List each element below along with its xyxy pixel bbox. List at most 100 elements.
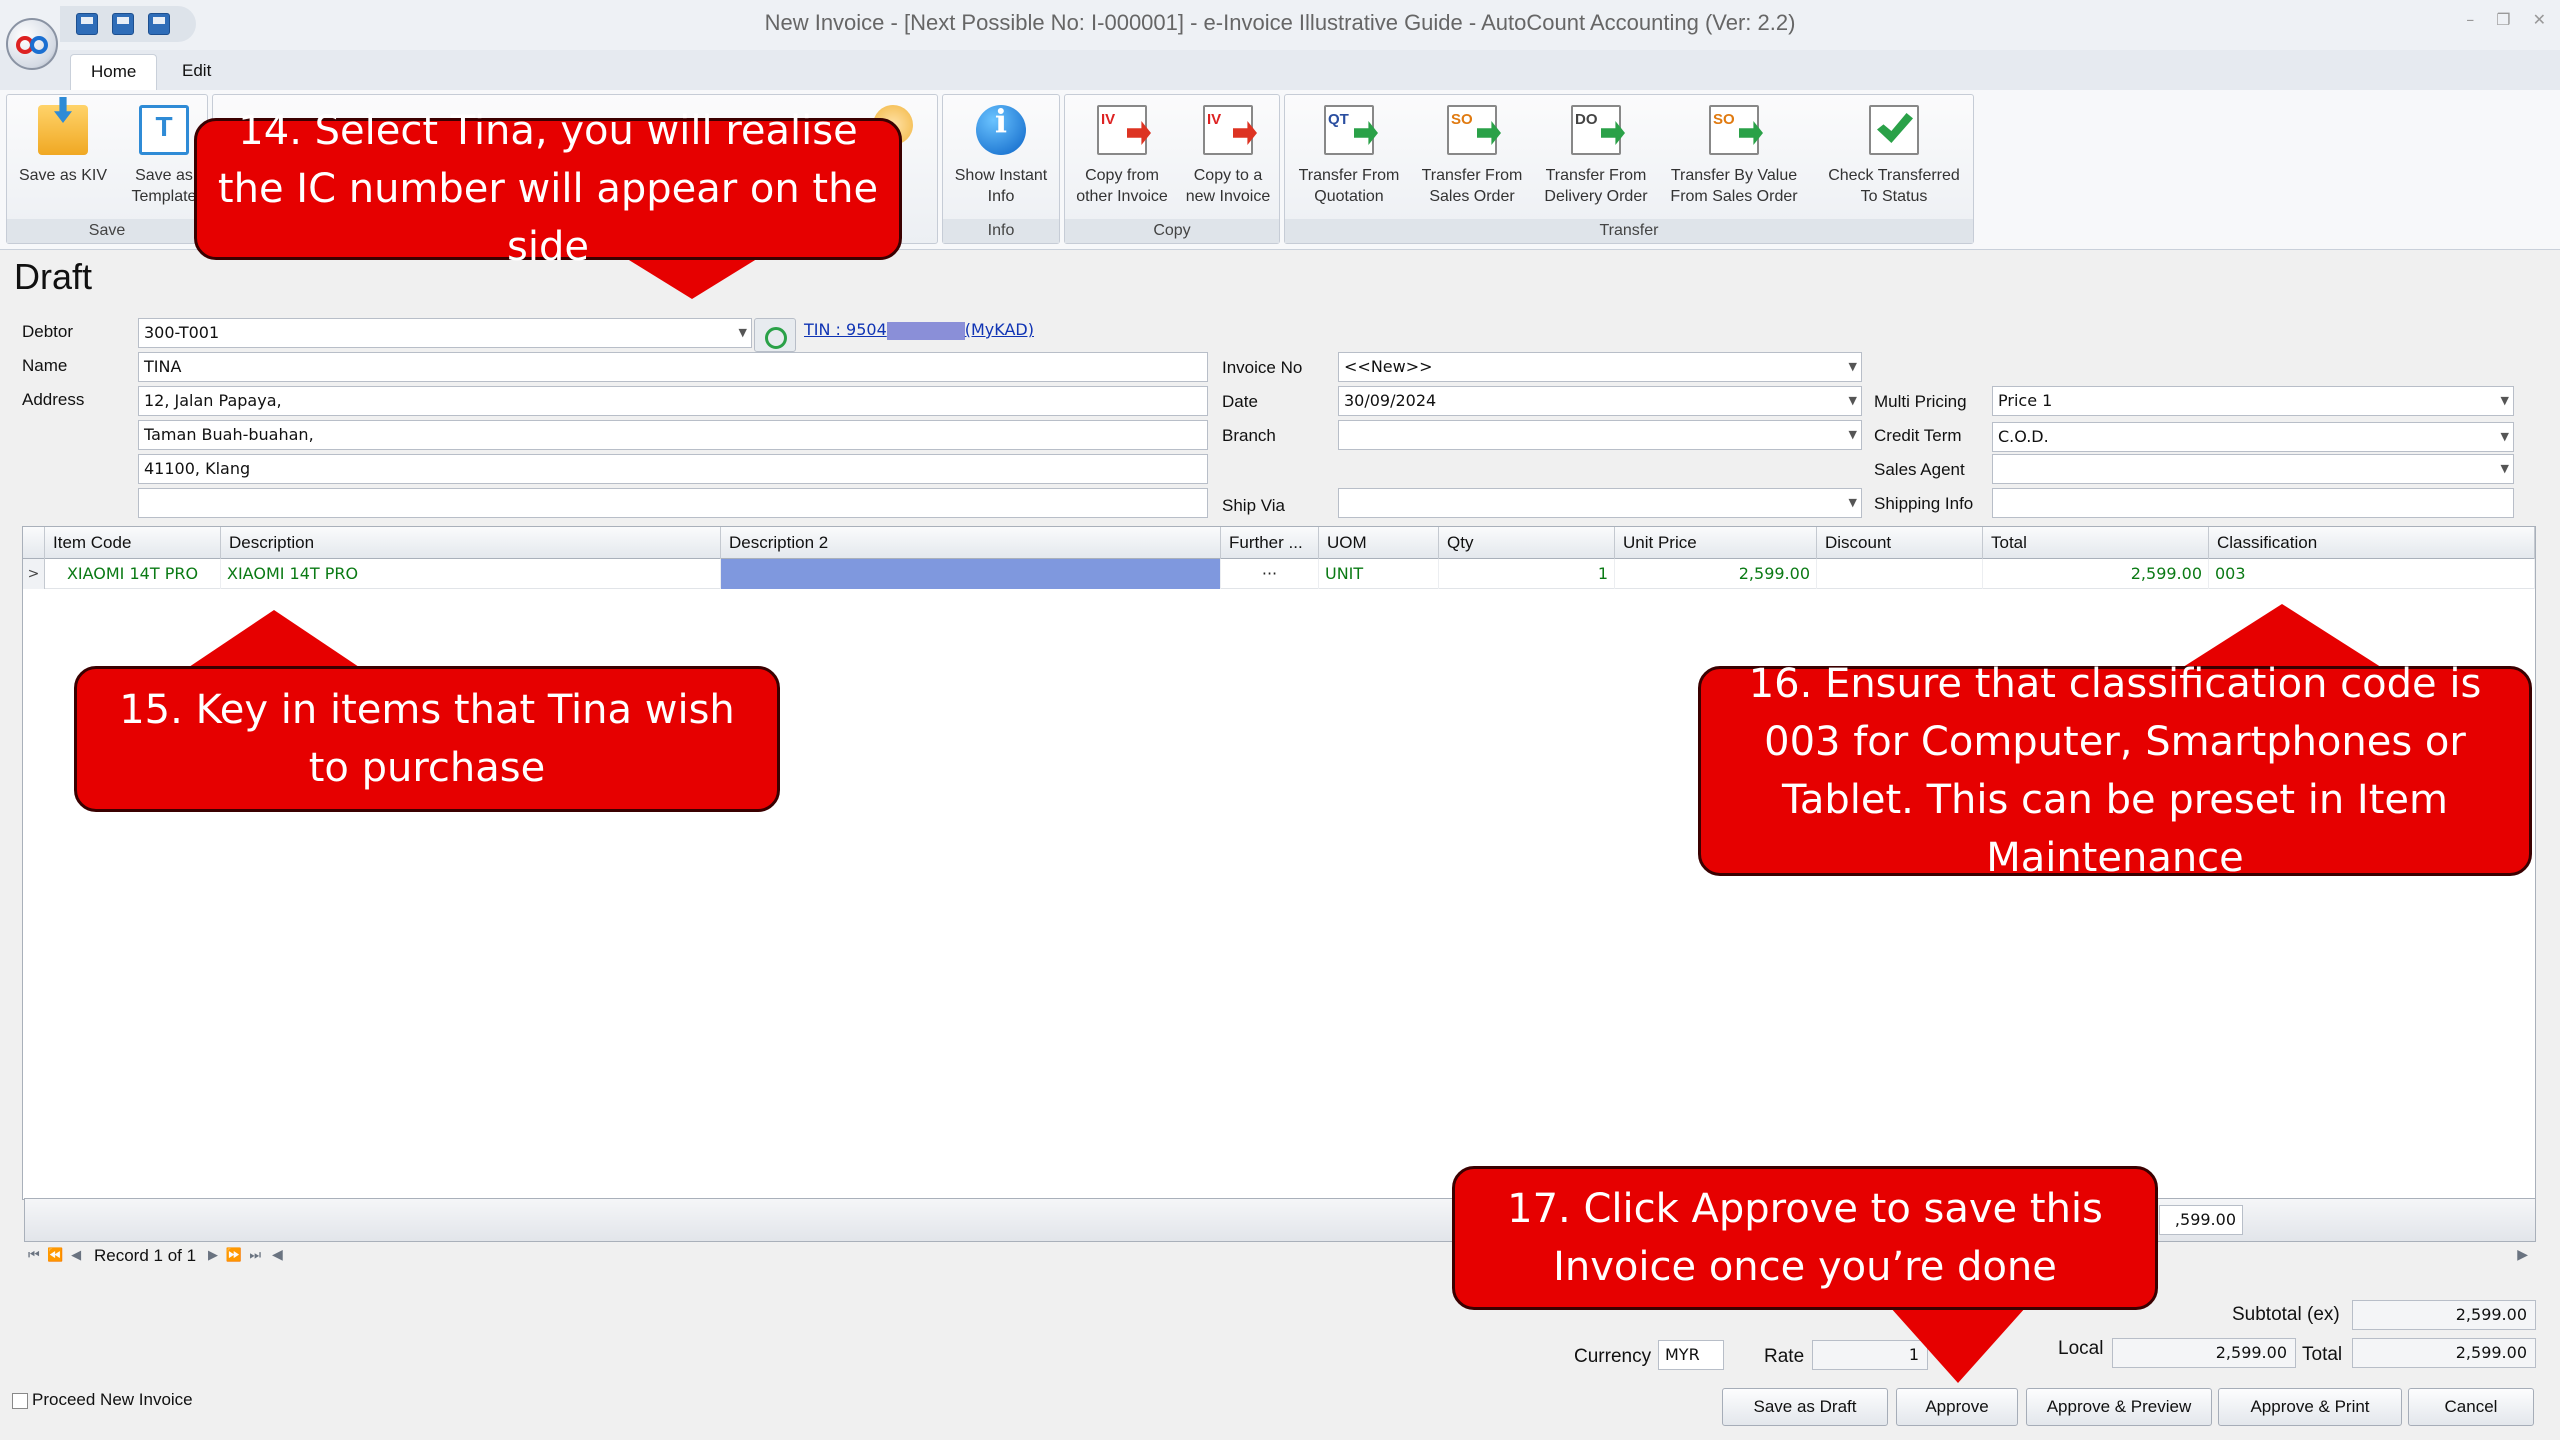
shipping-info-label: Shipping Info bbox=[1874, 494, 1974, 513]
ship-via-field[interactable]: ▼ bbox=[1338, 488, 1862, 518]
folder-download-icon bbox=[38, 105, 88, 155]
nav-next-last-icon[interactable]: ▶ ⏩ ⏭ bbox=[208, 1247, 263, 1263]
chevron-down-icon[interactable]: ▼ bbox=[2501, 387, 2509, 415]
invoice-no-field[interactable]: <<New>> ▼ bbox=[1338, 352, 1862, 382]
chevron-down-icon[interactable]: ▼ bbox=[1849, 421, 1857, 449]
sales-agent-field[interactable]: ▼ bbox=[1992, 454, 2514, 484]
scroll-right-icon[interactable]: ▶ bbox=[2517, 1246, 2528, 1263]
transfer-from-sales-order-button[interactable]: Transfer From Sales Order bbox=[1411, 99, 1533, 217]
column-further[interactable]: Further ... bbox=[1221, 527, 1319, 559]
transfer-from-delivery-order-button[interactable]: Transfer From Delivery Order bbox=[1533, 99, 1659, 217]
column-item-code[interactable]: Item Code bbox=[45, 527, 221, 559]
document-status: Draft bbox=[14, 256, 93, 297]
branch-field[interactable]: ▼ bbox=[1338, 420, 1862, 450]
show-instant-info-button[interactable]: Show Instant Info bbox=[945, 99, 1057, 217]
cell-total[interactable]: 2,599.00 bbox=[1983, 559, 2209, 589]
cell-uom[interactable]: UNIT bbox=[1319, 559, 1439, 589]
chevron-down-icon[interactable]: ▼ bbox=[739, 319, 747, 347]
column-classification[interactable]: Classification bbox=[2209, 527, 2535, 559]
cell-classification[interactable]: 003 bbox=[2209, 559, 2535, 589]
window-controls: – ❐ ✕ bbox=[2466, 10, 2546, 29]
rate-label: Rate bbox=[1764, 1346, 1805, 1367]
chevron-down-icon[interactable]: ▼ bbox=[1849, 387, 1857, 415]
name-field[interactable]: TINA bbox=[138, 352, 1208, 382]
debtor-lookup-icon[interactable] bbox=[754, 318, 796, 352]
chevron-down-icon[interactable]: ▼ bbox=[1849, 353, 1857, 381]
ribbon-tabs: Home Edit bbox=[0, 50, 2560, 90]
tab-edit[interactable]: Edit bbox=[162, 54, 231, 90]
save-as-draft-button[interactable]: Save as Draft bbox=[1722, 1388, 1888, 1426]
column-discount[interactable]: Discount bbox=[1817, 527, 1983, 559]
check-transferred-status-button[interactable]: Check Transferred To Status bbox=[1817, 99, 1971, 217]
date-field[interactable]: 30/09/2024 ▼ bbox=[1338, 386, 1862, 416]
delivery-order-icon bbox=[1571, 105, 1621, 155]
maximize-icon[interactable]: ❐ bbox=[2496, 10, 2510, 29]
ribbon-group-label: Copy bbox=[1065, 219, 1279, 243]
grid-corner bbox=[23, 527, 45, 559]
address-line-2[interactable]: Taman Buah-buahan, bbox=[138, 420, 1208, 450]
column-unit-price[interactable]: Unit Price bbox=[1615, 527, 1817, 559]
scroll-left-icon[interactable]: ◀ bbox=[272, 1246, 283, 1263]
cell-item-code[interactable]: XIAOMI 14T PRO bbox=[45, 559, 221, 589]
invoice-new-icon bbox=[1203, 105, 1253, 155]
proceed-new-invoice-label: Proceed New Invoice bbox=[32, 1390, 193, 1409]
sales-order-icon bbox=[1447, 105, 1497, 155]
total-label: Total bbox=[2302, 1344, 2343, 1365]
shipping-info-field[interactable] bbox=[1992, 488, 2514, 518]
check-icon bbox=[1869, 105, 1919, 155]
grid-footer: ,599.00 bbox=[24, 1198, 2536, 1242]
credit-term-field[interactable]: C.O.D. ▼ bbox=[1992, 422, 2514, 452]
rate-field[interactable]: 1 bbox=[1812, 1340, 1928, 1370]
column-description-2[interactable]: Description 2 bbox=[721, 527, 1221, 559]
sales-agent-label: Sales Agent bbox=[1874, 460, 1965, 479]
multi-pricing-field[interactable]: Price 1 ▼ bbox=[1992, 386, 2514, 416]
transfer-from-quotation-button[interactable]: Transfer From Quotation bbox=[1287, 99, 1411, 217]
cell-discount[interactable] bbox=[1817, 559, 1983, 589]
nav-first-prev-icon[interactable]: ⏮ ⏪ ◀ bbox=[28, 1247, 83, 1263]
save-as-kiv-button[interactable]: Save as KIV bbox=[11, 99, 115, 217]
copy-to-new-invoice-button[interactable]: Copy to a new Invoice bbox=[1177, 99, 1279, 217]
close-icon[interactable]: ✕ bbox=[2533, 10, 2546, 29]
ribbon-group-label: Save bbox=[7, 219, 207, 243]
branch-label: Branch bbox=[1222, 426, 1276, 445]
transfer-by-value-button[interactable]: Transfer By Value From Sales Order bbox=[1661, 99, 1807, 217]
address-line-3[interactable]: 41100, Klang bbox=[138, 454, 1208, 484]
chevron-down-icon[interactable]: ▼ bbox=[2501, 455, 2509, 483]
cell-qty[interactable]: 1 bbox=[1439, 559, 1615, 589]
table-row[interactable]: > XIAOMI 14T PRO XIAOMI 14T PRO ··· UNIT… bbox=[23, 559, 2535, 589]
app-logo-icon[interactable] bbox=[6, 18, 58, 70]
ribbon-group-label: Info bbox=[943, 219, 1059, 243]
chevron-down-icon[interactable]: ▼ bbox=[2501, 423, 2509, 451]
ribbon-group-info: Show Instant Info Info bbox=[942, 94, 1060, 244]
column-qty[interactable]: Qty bbox=[1439, 527, 1615, 559]
approve-print-button[interactable]: Approve & Print bbox=[2218, 1388, 2402, 1426]
copy-from-invoice-button[interactable]: Copy from other Invoice bbox=[1067, 99, 1177, 217]
approve-preview-button[interactable]: Approve & Preview bbox=[2026, 1388, 2212, 1426]
currency-field[interactable]: MYR bbox=[1658, 1340, 1724, 1370]
cell-unit-price[interactable]: 2,599.00 bbox=[1615, 559, 1817, 589]
ribbon-group-save: Save as KIV Save as Template Save bbox=[6, 94, 208, 244]
chevron-down-icon[interactable]: ▼ bbox=[1849, 489, 1857, 517]
local-total-value: 2,599.00 bbox=[2112, 1338, 2296, 1368]
column-description[interactable]: Description bbox=[221, 527, 721, 559]
column-total[interactable]: Total bbox=[1983, 527, 2209, 559]
callout-step-16: 16. Ensure that classification code is 0… bbox=[1698, 661, 2532, 881]
grid-header: Item Code Description Description 2 Furt… bbox=[23, 527, 2535, 559]
debtor-field[interactable]: 300-T001 ▼ bbox=[138, 318, 752, 348]
address-line-4[interactable] bbox=[138, 488, 1208, 518]
proceed-new-invoice-checkbox[interactable] bbox=[12, 1393, 28, 1409]
callout-step-17: 17. Click Approve to save this Invoice o… bbox=[1452, 1166, 2158, 1310]
record-count: Record 1 of 1 bbox=[94, 1246, 197, 1265]
approve-button[interactable]: Approve bbox=[1896, 1388, 2018, 1426]
minimize-icon[interactable]: – bbox=[2466, 10, 2474, 29]
tin-link[interactable]: TIN : 9504 (MyKAD) bbox=[804, 320, 1034, 340]
address-line-1[interactable]: 12, Jalan Papaya, bbox=[138, 386, 1208, 416]
cancel-button[interactable]: Cancel bbox=[2408, 1388, 2534, 1426]
cell-description[interactable]: XIAOMI 14T PRO bbox=[221, 559, 721, 589]
row-indicator[interactable]: > bbox=[23, 559, 45, 589]
tab-home[interactable]: Home bbox=[70, 54, 158, 90]
column-uom[interactable]: UOM bbox=[1319, 527, 1439, 559]
info-icon bbox=[976, 105, 1026, 155]
cell-further-ellipsis[interactable]: ··· bbox=[1221, 559, 1319, 589]
cell-description-2[interactable] bbox=[721, 559, 1221, 589]
